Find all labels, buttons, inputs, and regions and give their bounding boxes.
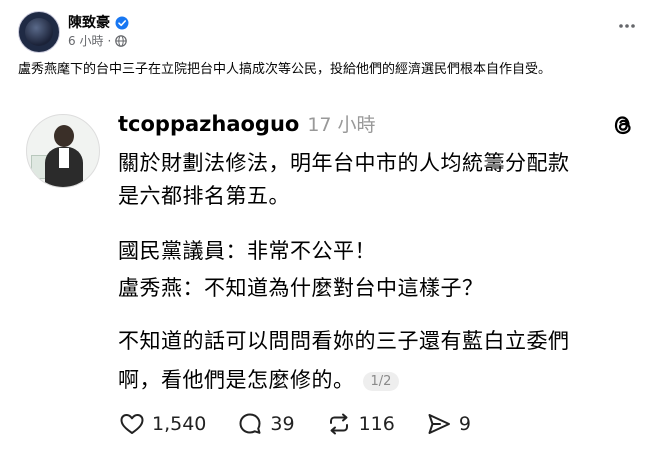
verified-icon xyxy=(115,15,129,30)
like-button[interactable]: 1,540 xyxy=(118,410,206,438)
thread-text-line: 是六都排名第五。 xyxy=(118,184,290,208)
repost-count: 116 xyxy=(358,413,395,435)
threads-header: tcoppazhaoguo 17 小時 xyxy=(118,110,376,137)
threads-logo-icon xyxy=(610,112,636,138)
threads-avatar[interactable] xyxy=(26,114,100,188)
post-text: 盧秀燕麾下的台中三子在立院把台中人搞成次等公民，投給他們的經濟選民們根本自作自受… xyxy=(18,62,552,77)
author-avatar[interactable] xyxy=(18,11,60,53)
thread-text-line: 關於財劃法修法，明年台中市的人均統籌分配款 xyxy=(118,151,570,175)
globe-icon xyxy=(115,34,128,47)
comment-icon xyxy=(239,413,261,434)
page-indicator-badge: 1/2 xyxy=(362,371,400,391)
share-icon xyxy=(428,414,450,434)
repost-icon xyxy=(329,413,348,435)
threads-username[interactable]: tcoppazhaoguo xyxy=(118,112,299,136)
share-count: 9 xyxy=(458,413,471,435)
heart-icon xyxy=(120,414,144,434)
repost-button[interactable]: 116 xyxy=(325,410,395,438)
reply-button[interactable]: 39 xyxy=(236,410,295,438)
thread-text-line: 盧秀燕：不知道為什麼對台中這樣子？ xyxy=(118,276,484,300)
share-button[interactable]: 9 xyxy=(425,410,471,438)
post-meta: 6 小時 · xyxy=(68,32,128,49)
thread-text-line: 不知道的話可以問問看妳的三子還有藍白立委們 xyxy=(118,329,570,353)
author-name[interactable]: 陳致豪 xyxy=(68,12,110,32)
facebook-post-header: 陳致豪 6 小時 · 盧秀燕麾下的台中三子在立院把台中人搞成次等公民，投給他們的… xyxy=(0,0,657,94)
thread-text-line: 國民黨議員：非常不公平！ xyxy=(118,239,376,263)
more-options-icon[interactable] xyxy=(617,16,637,28)
like-count: 1,540 xyxy=(152,413,207,435)
post-time[interactable]: 6 小時 xyxy=(68,32,103,49)
threads-time: 17 小時 xyxy=(307,114,376,136)
threads-action-bar: 1,540 39 116 9 xyxy=(118,410,501,438)
thread-text-tail: 啊，看他們是怎麼修的。 xyxy=(118,368,355,392)
reply-count: 39 xyxy=(270,413,295,435)
author-name-row: 陳致豪 xyxy=(68,12,129,32)
thread-text-line-last: 啊，看他們是怎麼修的。 1/2 xyxy=(118,364,400,394)
